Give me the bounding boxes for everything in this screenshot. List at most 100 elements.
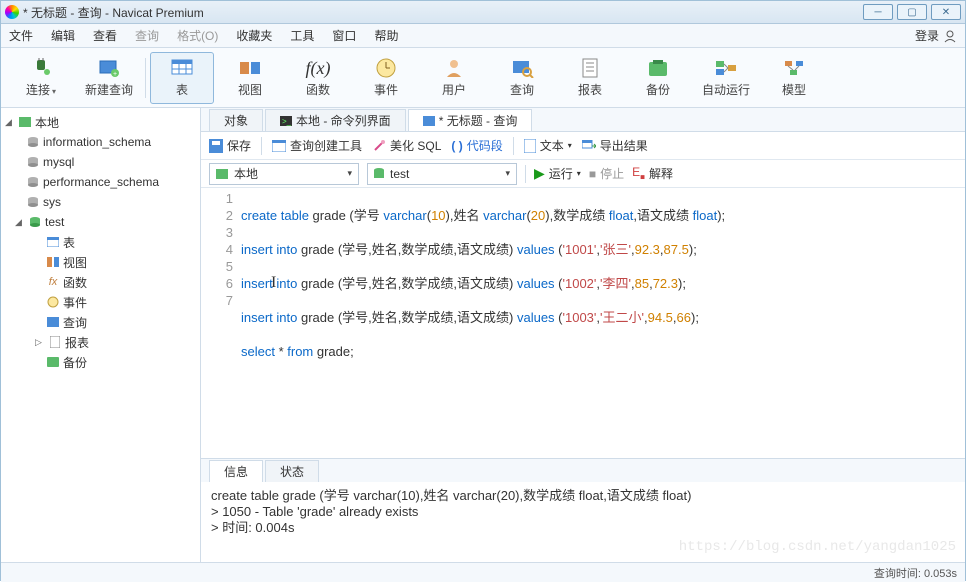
table-icon: [45, 235, 61, 249]
login-button[interactable]: 登录: [915, 27, 957, 44]
menu-edit[interactable]: 编辑: [51, 27, 75, 44]
tool-report[interactable]: 报表: [558, 52, 622, 104]
menu-view[interactable]: 查看: [93, 27, 117, 44]
clock-icon: [373, 57, 399, 79]
output-tabs: 信息 状态: [201, 458, 965, 482]
text-icon: [524, 139, 536, 153]
db-node-active[interactable]: ◢test: [1, 212, 200, 232]
tree-backup[interactable]: 备份: [1, 352, 200, 372]
query-icon: [45, 315, 61, 329]
run-button[interactable]: ▶运行 ▾: [534, 165, 581, 182]
tool-autorun[interactable]: 自动运行: [694, 52, 758, 104]
tree-label: 视图: [63, 254, 87, 271]
query-tab-icon: [423, 116, 435, 126]
database-icon: [25, 155, 41, 169]
output-line: create table grade (学号 varchar(10),姓名 va…: [211, 488, 955, 504]
navigation-tree[interactable]: ◢本地 information_schema mysql performance…: [1, 108, 201, 562]
db-value: test: [390, 167, 409, 181]
save-button[interactable]: 保存: [209, 137, 251, 154]
tree-label: 函数: [63, 274, 87, 291]
tab-cmdline[interactable]: >_本地 - 命令列界面: [265, 109, 406, 131]
conn-node[interactable]: ◢本地: [1, 112, 200, 132]
plug-icon: [28, 57, 54, 79]
maximize-button[interactable]: ▢: [897, 4, 927, 20]
tool-model[interactable]: 模型: [762, 52, 826, 104]
tool-function[interactable]: f(x) 函数: [286, 52, 350, 104]
tab-label: * 无标题 - 查询: [439, 112, 518, 129]
export-icon: [582, 140, 596, 152]
model-icon: [781, 57, 807, 79]
stop-button[interactable]: ■停止: [589, 165, 624, 182]
snippet-button[interactable]: ( )代码段: [451, 137, 502, 154]
tool-table[interactable]: 表: [150, 52, 214, 104]
text-cursor: I: [271, 274, 276, 292]
db-label: mysql: [43, 155, 74, 169]
connection-combo[interactable]: 本地▾: [209, 163, 359, 185]
output-line: > 时间: 0.004s: [211, 520, 955, 536]
tree-tables[interactable]: 表: [1, 232, 200, 252]
db-node[interactable]: performance_schema: [1, 172, 200, 192]
tool-event-label: 事件: [374, 81, 398, 98]
beautify-button[interactable]: 美化 SQL: [372, 137, 441, 154]
tab-objects[interactable]: 对象: [209, 109, 263, 131]
function-icon: f(x): [305, 57, 331, 79]
tool-autorun-label: 自动运行: [702, 81, 750, 98]
code-area[interactable]: create table grade (学号 varchar(10),姓名 va…: [241, 190, 725, 458]
tab-status[interactable]: 状态: [265, 460, 319, 482]
minimize-button[interactable]: ─: [863, 4, 893, 20]
database-icon: [25, 135, 41, 149]
tree-functions[interactable]: fx函数: [1, 272, 200, 292]
output-line: > 1050 - Table 'grade' already exists: [211, 504, 955, 520]
builder-button[interactable]: 查询创建工具: [272, 137, 362, 154]
db-node[interactable]: sys: [1, 192, 200, 212]
editor-tabs: 对象 >_本地 - 命令列界面 * 无标题 - 查询: [201, 108, 965, 132]
tool-newquery[interactable]: + 新建查询: [77, 52, 141, 104]
tool-view[interactable]: 视图: [218, 52, 282, 104]
tool-connect[interactable]: 连接▾: [9, 52, 73, 104]
db-label: performance_schema: [43, 175, 159, 189]
text-button[interactable]: 文本 ▾: [524, 137, 572, 154]
tool-newquery-label: 新建查询: [85, 81, 133, 98]
tree-views[interactable]: 视图: [1, 252, 200, 272]
svg-text:+: +: [113, 71, 117, 78]
table-icon: [169, 57, 195, 79]
report-icon: [47, 335, 63, 349]
database-combo[interactable]: test▾: [367, 163, 517, 185]
database-icon: [374, 168, 384, 180]
menu-query[interactable]: 查询: [135, 27, 159, 44]
tab-label: 状态: [280, 463, 304, 480]
snippet-label: 代码段: [467, 137, 503, 154]
user-icon: [441, 57, 467, 79]
export-button[interactable]: 导出结果: [582, 137, 648, 154]
output-panel[interactable]: create table grade (学号 varchar(10),姓名 va…: [201, 482, 965, 562]
explain-icon: E■: [632, 165, 645, 181]
statusbar: 查询时间: 0.053s: [1, 562, 965, 582]
tab-query[interactable]: * 无标题 - 查询: [408, 109, 533, 131]
tool-backup[interactable]: 备份: [626, 52, 690, 104]
tree-reports[interactable]: ▷报表: [1, 332, 200, 352]
tool-model-label: 模型: [782, 81, 806, 98]
tool-event[interactable]: 事件: [354, 52, 418, 104]
titlebar: * 无标题 - 查询 - Navicat Premium ─ ▢ ✕: [1, 1, 965, 24]
db-node[interactable]: mysql: [1, 152, 200, 172]
menu-fav[interactable]: 收藏夹: [236, 27, 272, 44]
menu-window[interactable]: 窗口: [332, 27, 356, 44]
database-icon: [25, 175, 41, 189]
tree-events[interactable]: 事件: [1, 292, 200, 312]
tool-user[interactable]: 用户: [422, 52, 486, 104]
sql-editor[interactable]: 1234567 create table grade (学号 varchar(1…: [201, 188, 965, 458]
close-button[interactable]: ✕: [931, 4, 961, 20]
menu-format[interactable]: 格式(O): [177, 27, 218, 44]
tab-info[interactable]: 信息: [209, 460, 263, 482]
explain-button[interactable]: E■解释: [632, 165, 673, 182]
tool-query[interactable]: 查询: [490, 52, 554, 104]
tree-queries[interactable]: 查询: [1, 312, 200, 332]
menu-file[interactable]: 文件: [9, 27, 33, 44]
login-label: 登录: [915, 27, 939, 44]
database-icon: [25, 195, 41, 209]
menu-tools[interactable]: 工具: [290, 27, 314, 44]
save-label: 保存: [227, 137, 251, 154]
db-node[interactable]: information_schema: [1, 132, 200, 152]
menu-help[interactable]: 帮助: [374, 27, 398, 44]
tool-backup-label: 备份: [646, 81, 670, 98]
